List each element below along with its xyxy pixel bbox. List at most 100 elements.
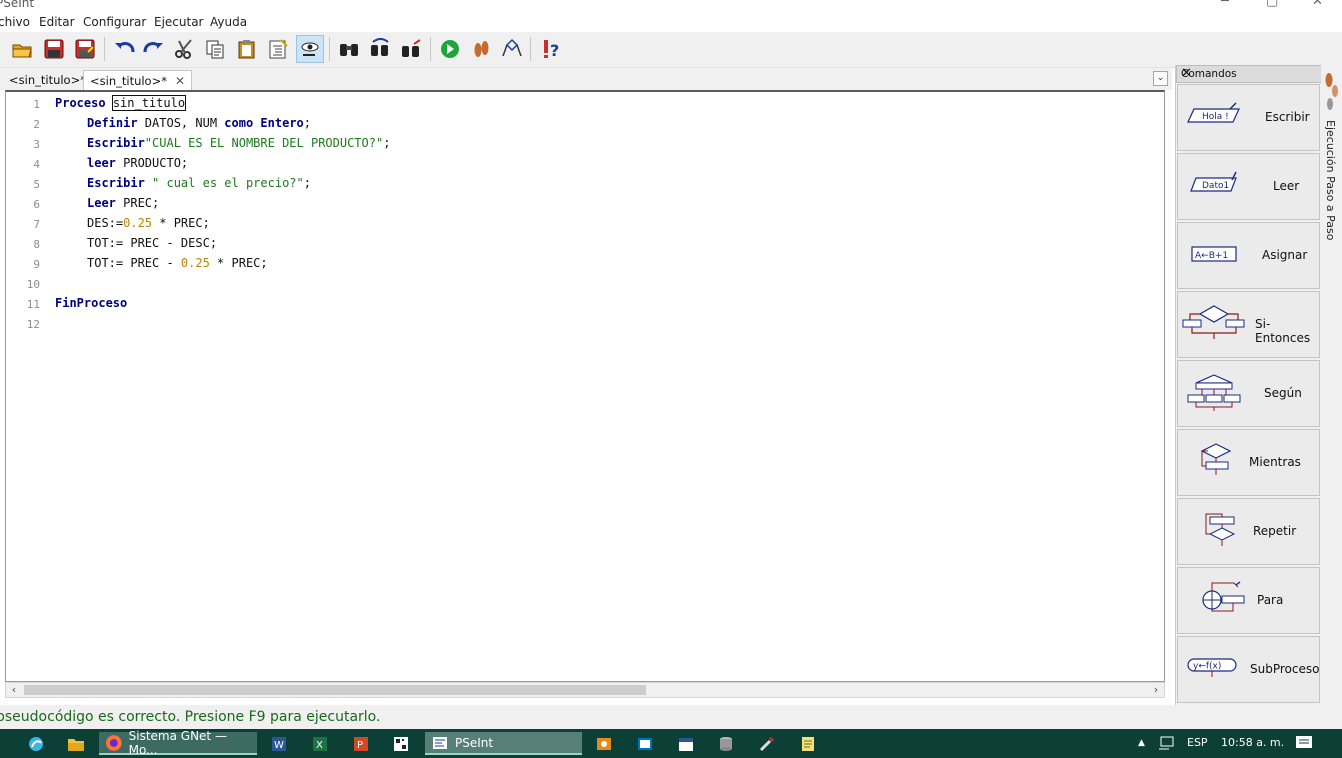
command-asignar[interactable]: A←B+1 Asignar — [1177, 222, 1320, 289]
binoculars-icon[interactable] — [335, 35, 363, 63]
indent-icon[interactable] — [264, 35, 292, 63]
toolbar-separator — [530, 37, 531, 61]
photos-icon[interactable] — [593, 732, 615, 755]
maximize-icon[interactable]: ▢ — [1266, 0, 1278, 9]
svg-text:W: W — [274, 740, 284, 751]
line-number: 12 — [26, 318, 40, 331]
help-icon[interactable]: ? — [536, 35, 564, 63]
menu-configurar[interactable]: Configurar — [83, 15, 146, 29]
show-hidden-icons-icon[interactable]: ▲ — [1138, 738, 1145, 748]
file-explorer-icon[interactable] — [65, 732, 87, 755]
leer-icon: Dato1 — [1190, 171, 1237, 192]
redo-icon[interactable] — [140, 35, 168, 63]
start-button-icon[interactable] — [0, 732, 6, 755]
command-si-entonces[interactable]: Si-Entonces — [1177, 291, 1320, 358]
undo-icon[interactable] — [110, 35, 138, 63]
command-label: Para — [1257, 593, 1284, 607]
window-title: PSeInt — [0, 0, 35, 10]
open-folder-icon[interactable] — [8, 35, 36, 63]
view-icon[interactable] — [296, 35, 324, 63]
run-icon[interactable] — [436, 35, 464, 63]
close-window-icon[interactable]: ✕ — [1312, 0, 1323, 9]
excel-icon[interactable]: X — [309, 732, 331, 755]
toolbar-separator — [329, 37, 330, 61]
tab-sin-titulo-1[interactable]: <sin_titulo>* — [3, 70, 92, 90]
menu-ejecutar[interactable]: Ejecutar — [154, 15, 204, 29]
taskbar-app-pseint[interactable]: PSeInt — [425, 732, 582, 755]
flowchart-icon[interactable] — [498, 35, 526, 63]
menu-ayuda[interactable]: Ayuda — [210, 15, 247, 29]
tab-sin-titulo-2[interactable]: <sin_titulo>* ✕ — [83, 70, 193, 90]
keyword: como — [224, 116, 254, 130]
browser-icon[interactable] — [25, 732, 47, 755]
escribir-icon-text: Hola ! — [1202, 112, 1229, 122]
cut-icon[interactable] — [170, 35, 198, 63]
taskbar: Sistema GNet — Mo... W X P PSeInt ▲ ESP … — [0, 729, 1342, 758]
outlook-icon[interactable] — [634, 732, 656, 755]
replace-icon[interactable] — [397, 35, 425, 63]
code-line: Leer PREC; — [87, 196, 159, 210]
command-subproceso[interactable]: y←f(x) SubProceso — [1177, 636, 1320, 703]
pseint-window: PSeInt ─ ▢ ✕ chivo Editar Configurar Eje… — [0, 0, 1342, 758]
network-icon[interactable] — [1157, 735, 1175, 751]
taskbar-app-firefox[interactable]: Sistema GNet — Mo... — [99, 728, 257, 757]
code-text: TOT:= PREC - DESC; — [87, 236, 218, 250]
calendar-icon[interactable] — [675, 732, 697, 755]
save-as-icon[interactable] — [71, 35, 99, 63]
asignar-icon: A←B+1 — [1191, 246, 1237, 262]
database-icon[interactable] — [715, 732, 737, 755]
subproceso-icon: y←f(x) — [1187, 658, 1237, 677]
command-repetir[interactable]: Repetir — [1177, 498, 1320, 565]
keyword: FinProceso — [55, 296, 128, 310]
command-mientras[interactable]: Mientras — [1177, 429, 1320, 496]
minimize-icon[interactable]: ─ — [1221, 0, 1229, 9]
close-tab-icon[interactable]: ✕ — [175, 74, 185, 88]
code-editor[interactable]: 1 2 3 4 5 6 7 8 9 10 11 12 Proceso sin_t… — [5, 90, 1165, 682]
firefox-icon — [105, 734, 122, 751]
menu-editar[interactable]: Editar — [39, 15, 75, 29]
scroll-right-icon[interactable]: › — [1148, 683, 1164, 697]
svg-text:X: X — [316, 740, 323, 751]
line-number: 5 — [33, 178, 40, 191]
step-by-step-icon[interactable] — [467, 35, 495, 63]
keyword: Entero — [260, 116, 304, 130]
taskbar-app-label: Sistema GNet — Mo... — [128, 728, 227, 757]
language-indicator[interactable]: ESP — [1187, 736, 1208, 749]
notes-icon[interactable] — [797, 732, 819, 755]
line-number: 11 — [26, 298, 40, 311]
clock[interactable]: 10:58 a. m. — [1221, 736, 1284, 749]
si-entonces-icon — [1182, 305, 1245, 339]
side-tab-label: Ejecución Paso a Paso — [1324, 120, 1337, 241]
paste-icon[interactable] — [233, 35, 261, 63]
powerpoint-icon[interactable]: P — [350, 732, 372, 755]
command-escribir[interactable]: Hola ! Escribir — [1177, 84, 1320, 151]
copy-icon[interactable] — [201, 35, 229, 63]
close-panel-icon[interactable]: ✕ — [1181, 66, 1316, 81]
scroll-left-icon[interactable]: ‹ — [6, 683, 22, 697]
code-line: FinProceso — [55, 296, 127, 310]
save-icon[interactable] — [40, 35, 68, 63]
command-para[interactable]: Para — [1177, 567, 1320, 634]
menu-archivo[interactable]: chivo — [0, 15, 30, 29]
notifications-icon[interactable] — [1295, 735, 1313, 751]
keyword: leer — [87, 156, 116, 170]
leer-icon-text: Dato1 — [1202, 181, 1229, 191]
horizontal-scrollbar[interactable]: ‹ › — [5, 682, 1165, 698]
commands-panel: Comandos ✕ Hola ! Escribir Dato1 Leer A←… — [1175, 65, 1322, 705]
command-leer[interactable]: Dato1 Leer — [1177, 153, 1320, 220]
command-segun[interactable]: Según — [1177, 360, 1320, 427]
tools-icon[interactable] — [756, 732, 778, 755]
word-icon[interactable]: W — [268, 732, 290, 755]
keyword: Escribir — [87, 176, 145, 190]
qr-app-icon[interactable] — [390, 732, 412, 755]
command-label: Si-Entonces — [1255, 317, 1311, 345]
tab-list-dropdown-icon[interactable]: ⌄ — [1153, 71, 1168, 86]
segun-icon — [1187, 374, 1241, 411]
number-literal: 0.25 — [180, 256, 210, 270]
title-bar: PSeInt ─ ▢ ✕ — [0, 0, 1342, 12]
code-line: TOT:= PREC - DESC; — [87, 236, 217, 250]
code-text: ; — [303, 116, 312, 130]
step-by-step-side-tab[interactable]: Ejecución Paso a Paso — [1321, 65, 1342, 705]
find-next-icon[interactable] — [366, 35, 394, 63]
scrollbar-thumb[interactable] — [24, 685, 646, 695]
